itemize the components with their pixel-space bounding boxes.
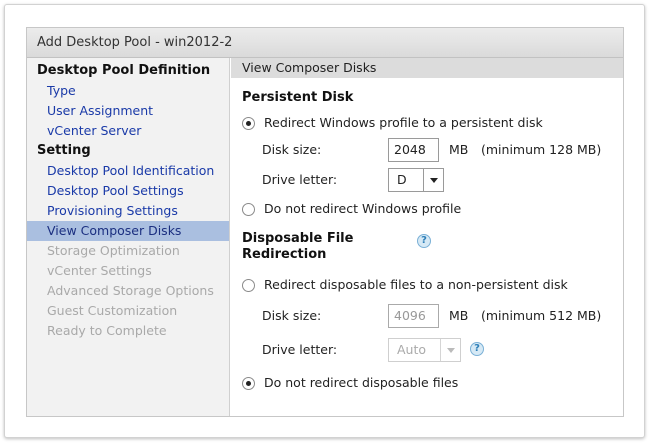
- persistent-disk-size-minimum: (minimum 128 MB): [481, 142, 602, 157]
- no-redirect-profile-label: Do not redirect Windows profile: [264, 201, 462, 216]
- persistent-drive-letter-value: D: [397, 172, 407, 187]
- persistent-disk-size-unit: MB: [449, 142, 469, 157]
- persistent-disk-size-input[interactable]: 2048: [388, 138, 439, 162]
- nav-item-provisioning-settings[interactable]: Provisioning Settings: [27, 201, 229, 221]
- nav-item-vcenter-server[interactable]: vCenter Server: [27, 121, 229, 141]
- chevron-down-icon[interactable]: [423, 169, 443, 191]
- disposable-drive-letter-value: Auto: [397, 342, 427, 357]
- disposable-disk-size-label: Disk size:: [262, 308, 322, 323]
- nav-item-storage-optimization: Storage Optimization: [47, 243, 180, 258]
- persistent-disk-heading: Persistent Disk: [242, 90, 354, 105]
- nav-item-ready-to-complete: Ready to Complete: [47, 323, 167, 338]
- nav-item-guest-customization: Guest Customization: [47, 303, 178, 318]
- dialog-title: Add Desktop Pool - win2012-2: [27, 28, 623, 58]
- radio-redirect-profile[interactable]: [242, 117, 255, 130]
- wizard-sidebar: Desktop Pool Definition Type User Assign…: [27, 58, 230, 416]
- radio-redirect-disposable[interactable]: [242, 279, 255, 292]
- persistent-drive-letter-select[interactable]: D: [388, 168, 444, 192]
- nav-group-setting: Setting: [37, 143, 91, 158]
- disposable-drive-letter-label: Drive letter:: [262, 342, 338, 357]
- persistent-drive-letter-label: Drive letter:: [262, 172, 338, 187]
- redirect-profile-label: Redirect Windows profile to a persistent…: [264, 115, 543, 130]
- content-pane: View Composer Disks Persistent Disk Redi…: [231, 58, 623, 416]
- nav-item-advanced-storage-options: Advanced Storage Options: [47, 283, 214, 298]
- disposable-disk-size-minimum: (minimum 512 MB): [481, 308, 602, 323]
- persistent-disk-size-label: Disk size:: [262, 142, 322, 157]
- disposable-heading-line1: Disposable File: [242, 231, 354, 246]
- nav-item-desktop-pool-settings[interactable]: Desktop Pool Settings: [27, 181, 229, 201]
- nav-item-view-composer-disks[interactable]: View Composer Disks: [27, 221, 229, 241]
- no-redirect-disposable-label: Do not redirect disposable files: [264, 375, 459, 390]
- disposable-drive-letter-select[interactable]: Auto: [388, 338, 461, 362]
- help-icon[interactable]: ?: [417, 234, 431, 248]
- disposable-heading-line2: Redirection: [242, 247, 327, 262]
- add-desktop-pool-dialog: Add Desktop Pool - win2012-2 Desktop Poo…: [26, 27, 624, 417]
- nav-item-desktop-pool-identification[interactable]: Desktop Pool Identification: [27, 161, 229, 181]
- nav-group-definition: Desktop Pool Definition: [37, 63, 211, 78]
- chevron-down-icon[interactable]: [440, 339, 460, 361]
- nav-item-type[interactable]: Type: [27, 81, 229, 101]
- nav-item-user-assignment[interactable]: User Assignment: [27, 101, 229, 121]
- help-icon[interactable]: ?: [470, 342, 484, 356]
- radio-no-redirect-profile[interactable]: [242, 203, 255, 216]
- redirect-disposable-label: Redirect disposable files to a non-persi…: [264, 277, 568, 292]
- section-title: View Composer Disks: [231, 58, 623, 78]
- disposable-disk-size-input[interactable]: 4096: [388, 304, 439, 328]
- nav-item-vcenter-settings: vCenter Settings: [47, 263, 152, 278]
- radio-no-redirect-disposable[interactable]: [242, 377, 255, 390]
- disposable-disk-size-unit: MB: [449, 308, 469, 323]
